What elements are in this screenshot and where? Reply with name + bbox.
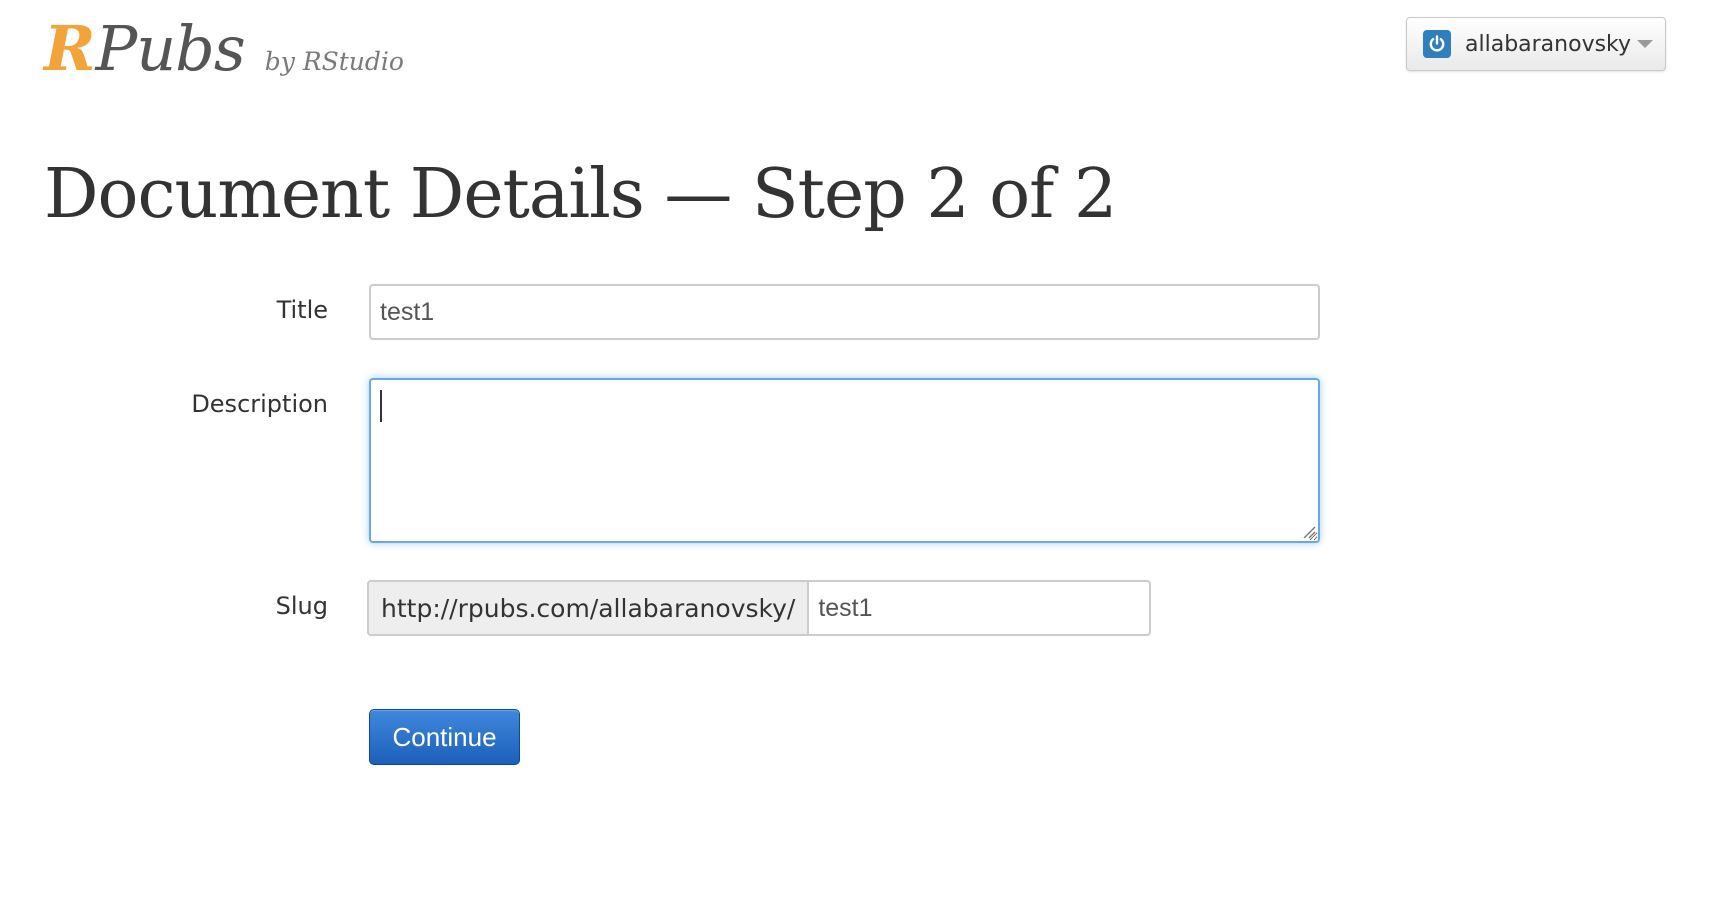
slug-input-group: http://rpubs.com/allabaranovsky/ — [367, 580, 1152, 636]
username-label: allabaranovsky — [1465, 31, 1632, 57]
continue-button[interactable]: Continue — [369, 709, 520, 765]
description-label: Description — [191, 390, 328, 418]
power-icon — [1423, 30, 1451, 58]
logo-pubs: Pubs — [95, 12, 246, 85]
logo-r: R — [44, 12, 96, 85]
title-label: Title — [276, 296, 328, 324]
rpubs-logo[interactable]: R Pubs by RStudio — [44, 18, 404, 80]
chevron-down-icon — [1637, 40, 1654, 48]
title-input[interactable] — [369, 284, 1320, 340]
slug-input[interactable] — [807, 580, 1152, 636]
description-textarea[interactable] — [369, 378, 1320, 543]
slug-url-prefix: http://rpubs.com/allabaranovsky/ — [367, 580, 808, 636]
user-menu-button[interactable]: allabaranovsky — [1406, 17, 1666, 71]
slug-label: Slug — [275, 592, 328, 620]
logo-by-rstudio: by RStudio — [264, 47, 404, 76]
text-cursor — [380, 390, 382, 422]
page-title: Document Details — Step 2 of 2 — [44, 155, 1117, 234]
resize-handle-icon[interactable] — [1302, 525, 1316, 539]
